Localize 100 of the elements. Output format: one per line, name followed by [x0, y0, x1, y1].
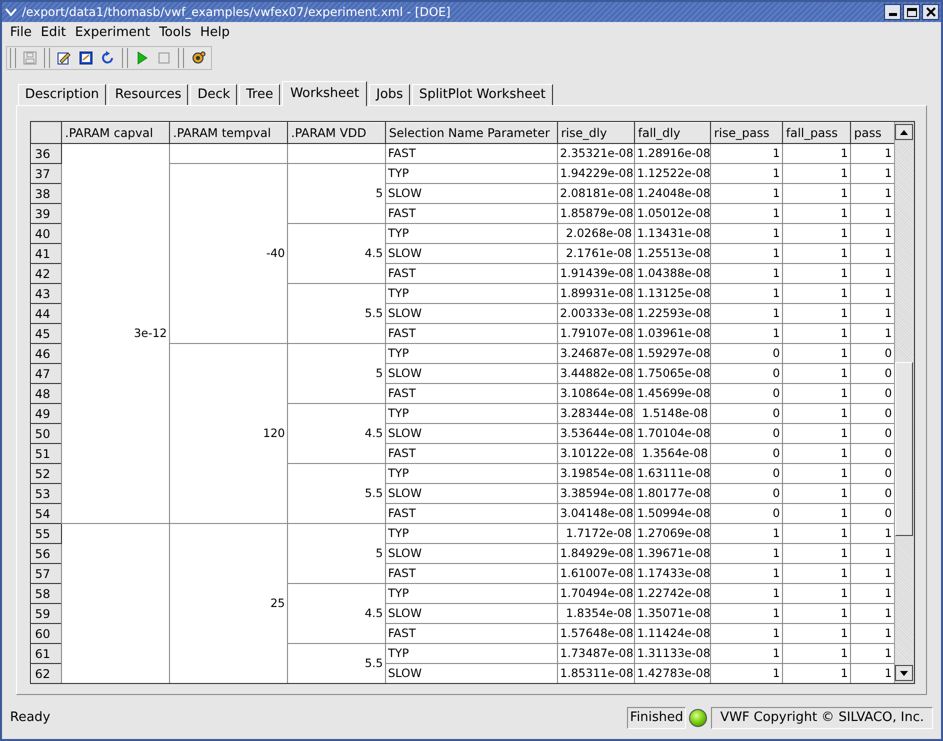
table-cell: 1	[782, 324, 850, 344]
menu-item[interactable]: Help	[196, 23, 234, 43]
pencil-icon	[56, 50, 72, 66]
table-cell: 25	[170, 524, 288, 683]
tab[interactable]: Deck	[190, 84, 238, 106]
row-header[interactable]: 43	[32, 284, 62, 304]
menu-item[interactable]: File	[6, 23, 36, 43]
row-header[interactable]: 38	[32, 184, 62, 204]
toolbar-grip[interactable]	[122, 48, 128, 68]
row-header[interactable]: 44	[32, 304, 62, 324]
table-cell: FAST	[386, 384, 558, 404]
row-header[interactable]: 59	[32, 604, 62, 624]
table-cell: 1	[710, 164, 782, 184]
tab[interactable]: Jobs	[369, 84, 410, 106]
table-cell: 3.24687e-08	[558, 344, 634, 364]
table-cell: 1	[710, 604, 782, 624]
table-cell: 0	[850, 504, 894, 524]
table-cell: 1	[850, 144, 894, 164]
table-cell: 4.5	[288, 584, 386, 644]
row-header[interactable]: 61	[32, 644, 62, 664]
toolbar-grip[interactable]	[44, 48, 50, 68]
table-cell: 1.57648e-08	[558, 624, 634, 644]
row-header[interactable]: 51	[32, 444, 62, 464]
table-cell: TYP	[386, 164, 558, 184]
row-header[interactable]: 53	[32, 484, 62, 504]
row-header[interactable]: 58	[32, 584, 62, 604]
close-button[interactable]	[922, 4, 939, 20]
table-cell: 1	[850, 244, 894, 264]
table-cell: SLOW	[386, 364, 558, 384]
table-cell: 0	[710, 464, 782, 484]
table-cell: 1	[850, 584, 894, 604]
window-title: /export/data1/thomasb/vwf_examples/vwfex07/experiment.xml - [DOE]	[21, 4, 452, 21]
tab[interactable]: Description	[18, 84, 106, 106]
row-header[interactable]: 36	[32, 144, 62, 164]
row-header[interactable]: 46	[32, 344, 62, 364]
maximize-button[interactable]	[903, 4, 920, 20]
row-header[interactable]: 40	[32, 224, 62, 244]
row-header[interactable]: 56	[32, 544, 62, 564]
row-header[interactable]: 62	[32, 664, 62, 683]
column-header[interactable]: Selection Name Parameter	[386, 122, 558, 144]
table-cell: SLOW	[386, 544, 558, 564]
column-header[interactable]: fall_dly	[634, 122, 710, 144]
table-cell: 3e-12	[62, 144, 170, 524]
row-header[interactable]: 41	[32, 244, 62, 264]
status-led-icon	[689, 709, 708, 727]
table-cell: 1	[710, 204, 782, 224]
refresh-icon	[100, 50, 116, 66]
minimize-button[interactable]	[884, 4, 901, 20]
table-cell: 1	[710, 244, 782, 264]
toolbar-grip[interactable]	[178, 48, 184, 68]
scroll-down-button[interactable]	[895, 665, 914, 681]
table-cell: 1	[850, 604, 894, 624]
menu-item[interactable]: Tools	[155, 23, 196, 43]
row-header[interactable]: 45	[32, 324, 62, 344]
row-header[interactable]: 57	[32, 564, 62, 584]
tab[interactable]: SplitPlot Worksheet	[412, 84, 553, 106]
column-header[interactable]: rise_pass	[710, 122, 782, 144]
table-cell: 1	[782, 184, 850, 204]
table-cell: 2.08181e-08	[558, 184, 634, 204]
table-cell: 5	[288, 344, 386, 404]
scroll-thumb[interactable]	[895, 362, 914, 536]
table-cell: 1	[782, 264, 850, 284]
row-header[interactable]: 47	[32, 364, 62, 384]
vertical-scrollbar[interactable]	[894, 122, 914, 683]
table-cell: 1	[782, 584, 850, 604]
row-header[interactable]: 50	[32, 424, 62, 444]
column-header[interactable]: rise_dly	[558, 122, 634, 144]
row-header[interactable]: 39	[32, 204, 62, 224]
tab[interactable]: Tree	[239, 84, 280, 106]
column-header[interactable]: fall_pass	[782, 122, 850, 144]
column-header[interactable]: .PARAM tempval	[170, 122, 288, 144]
tab[interactable]: Resources	[108, 84, 188, 106]
row-header[interactable]: 37	[32, 164, 62, 184]
table-cell: 1	[710, 524, 782, 544]
menu-item[interactable]: Edit	[36, 23, 70, 43]
table-cell: 1	[850, 164, 894, 184]
column-header[interactable]: .PARAM capval	[62, 122, 170, 144]
row-header[interactable]: 42	[32, 264, 62, 284]
up-arrow-icon	[900, 130, 908, 134]
row-header[interactable]: 48	[32, 384, 62, 404]
table-cell: 5	[288, 524, 386, 584]
row-header[interactable]: 54	[32, 504, 62, 524]
copyright-text: VWF Copyright © SILVACO, Inc.	[711, 707, 933, 729]
scroll-up-button[interactable]	[895, 124, 914, 140]
row-header[interactable]: 49	[32, 404, 62, 424]
table-cell: 5.5	[288, 284, 386, 344]
table-cell: TYP	[386, 644, 558, 664]
row-header[interactable]: 52	[32, 464, 62, 484]
table-cell: 1	[850, 184, 894, 204]
table-cell: 0	[710, 444, 782, 464]
table-cell: 0	[710, 484, 782, 504]
table-cell: SLOW	[386, 484, 558, 504]
row-header[interactable]: 60	[32, 624, 62, 644]
table-cell: SLOW	[386, 304, 558, 324]
column-header[interactable]: .PARAM VDD	[288, 122, 386, 144]
column-header[interactable]: pass	[850, 122, 894, 144]
tab[interactable]: Worksheet	[282, 81, 368, 106]
menu-item[interactable]: Experiment	[70, 23, 154, 43]
toolbar-grip[interactable]	[10, 48, 16, 68]
row-header[interactable]: 55	[32, 524, 62, 544]
